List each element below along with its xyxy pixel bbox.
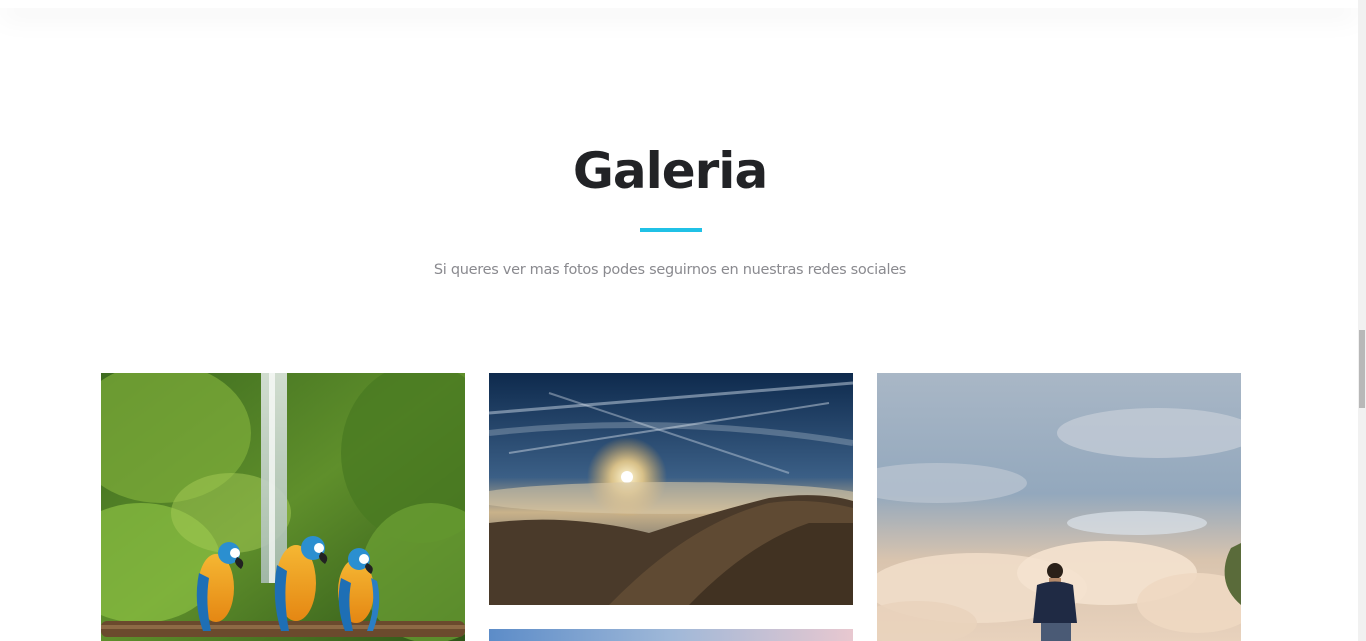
scrollbar-thumb[interactable] [1359, 330, 1365, 408]
page-scrollbar[interactable] [1358, 0, 1366, 641]
gallery-photo-man-cliff[interactable] [877, 373, 1241, 641]
gallery-title: Galeria [572, 142, 768, 200]
site-header [0, 0, 1358, 8]
gallery-photo-sky-partial[interactable] [489, 629, 853, 641]
gallery-photo-macaws[interactable] [101, 373, 465, 641]
gallery-subtitle: Si queres ver mas fotos podes seguirnos … [433, 262, 907, 278]
gallery-photo-mountain-sunset[interactable] [489, 373, 853, 605]
page: Galeria Si queres ver mas fotos podes se… [0, 0, 1366, 641]
title-underline [640, 228, 702, 232]
